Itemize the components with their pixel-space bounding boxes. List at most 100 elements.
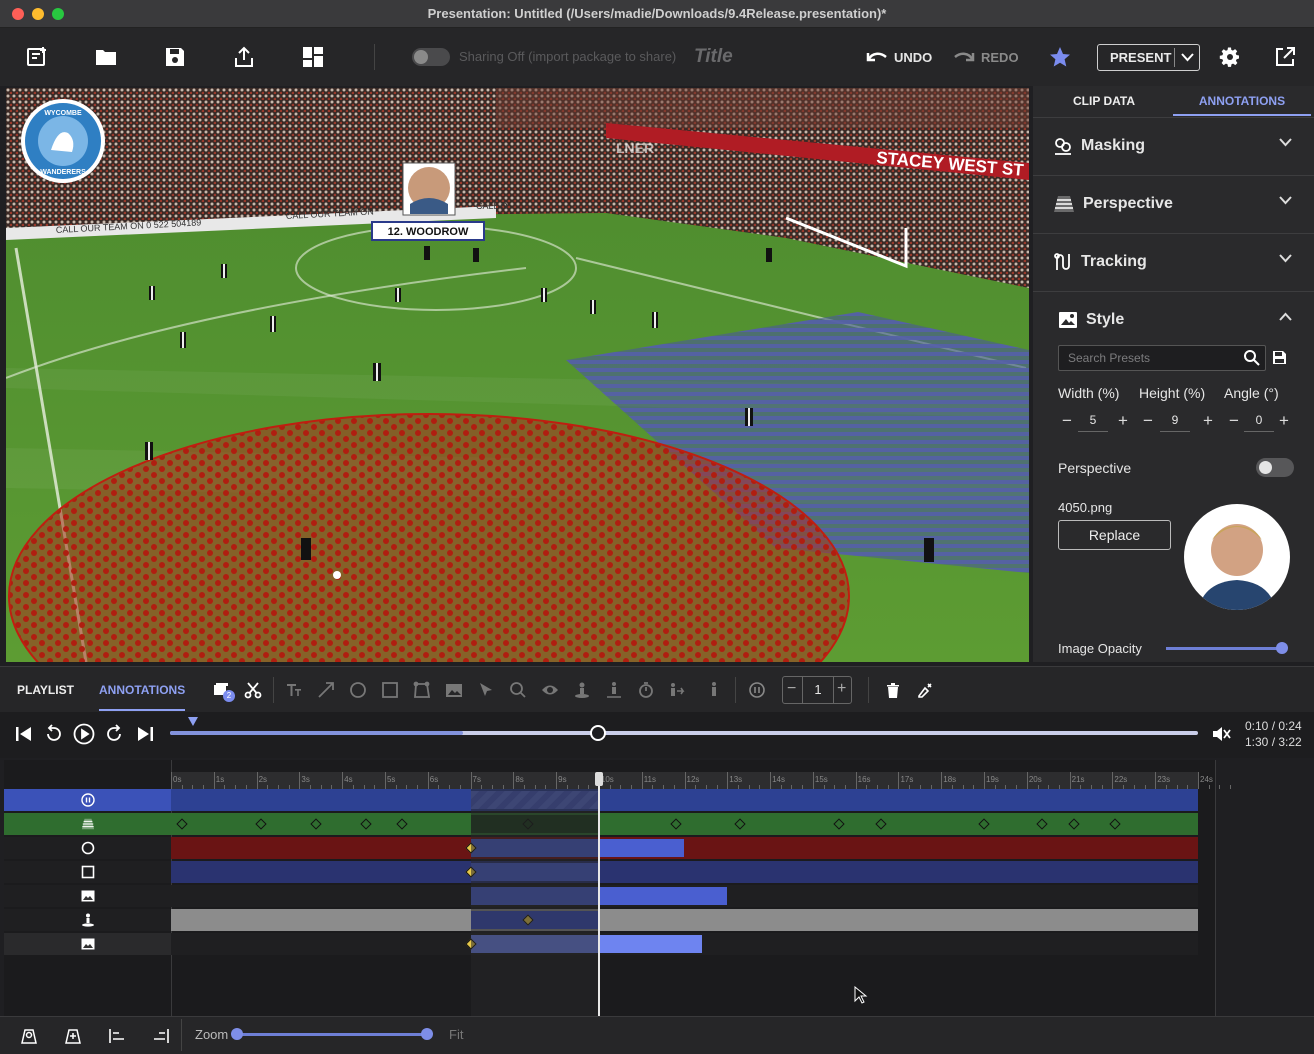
- folder-icon[interactable]: [91, 42, 121, 72]
- section-masking[interactable]: Masking: [1033, 117, 1314, 173]
- width-value[interactable]: 5: [1078, 413, 1108, 432]
- keyframe-marker[interactable]: [875, 818, 887, 830]
- new-presentation-icon[interactable]: [22, 42, 52, 72]
- playhead[interactable]: [597, 772, 600, 1016]
- height-value[interactable]: 9: [1160, 413, 1190, 432]
- height-increment-button[interactable]: +: [1203, 411, 1213, 431]
- text-tool-icon[interactable]: [283, 679, 305, 701]
- circle-tool-icon[interactable]: [347, 679, 369, 701]
- image-tool-icon[interactable]: [443, 679, 465, 701]
- tab-playlist[interactable]: PLAYLIST: [17, 667, 74, 713]
- timeline-row-label[interactable]: [4, 813, 171, 835]
- search-presets-input[interactable]: [1058, 345, 1266, 371]
- timeline-row-label[interactable]: [4, 909, 171, 931]
- favorite-star-icon[interactable]: [1045, 42, 1075, 72]
- timeline-row-label[interactable]: [4, 861, 171, 883]
- timeline-track[interactable]: [171, 885, 1198, 907]
- timeline-track[interactable]: [171, 837, 1198, 859]
- timeline-row-spotlight[interactable]: [4, 909, 1198, 931]
- keyframe-marker[interactable]: [396, 818, 408, 830]
- align-right-icon[interactable]: [152, 1027, 170, 1045]
- keyframe-marker[interactable]: [734, 818, 746, 830]
- step-decrement-button[interactable]: −: [787, 680, 796, 698]
- step-increment-button[interactable]: +: [837, 680, 846, 698]
- section-perspective[interactable]: Perspective: [1033, 175, 1314, 231]
- spotlight-tool-icon[interactable]: [571, 679, 593, 701]
- rectangle-tool-icon[interactable]: [379, 679, 401, 701]
- keyframe-marker[interactable]: [832, 818, 845, 830]
- tab-annotations[interactable]: ANNOTATIONS: [1173, 86, 1311, 116]
- timeline-track[interactable]: [171, 909, 1198, 931]
- play-icon[interactable]: [73, 723, 95, 745]
- height-decrement-button[interactable]: −: [1143, 411, 1153, 431]
- perspective-track-icon[interactable]: [20, 1027, 38, 1045]
- width-decrement-button[interactable]: −: [1062, 411, 1072, 431]
- search-icon[interactable]: [1243, 349, 1260, 366]
- clear-annotations-icon[interactable]: [914, 679, 936, 701]
- open-external-icon[interactable]: [1270, 42, 1300, 72]
- step-value[interactable]: 1: [803, 682, 833, 697]
- timeline-row-perspective[interactable]: [4, 813, 1198, 835]
- timeline-row-image-2[interactable]: [4, 933, 1198, 955]
- settings-gear-icon[interactable]: [1215, 42, 1245, 72]
- mute-icon[interactable]: [1211, 724, 1231, 744]
- polygon-tool-icon[interactable]: [411, 679, 433, 701]
- timeline-row-image[interactable]: [4, 885, 1198, 907]
- keyframe-marker[interactable]: [360, 818, 372, 830]
- perspective-toggle[interactable]: [1256, 458, 1294, 477]
- keyframe-marker[interactable]: [1108, 818, 1121, 830]
- perspective-add-icon[interactable]: [64, 1027, 82, 1045]
- angle-increment-button[interactable]: +: [1279, 411, 1289, 431]
- timeline-row-label[interactable]: [4, 837, 171, 859]
- keyframe-marker[interactable]: [978, 818, 990, 830]
- skip-to-start-icon[interactable]: [15, 726, 33, 742]
- in-point-marker-icon[interactable]: [188, 717, 198, 726]
- tab-clip-data[interactable]: CLIP DATA: [1053, 86, 1155, 116]
- timeline-row-square[interactable]: [4, 861, 1198, 883]
- zoom-slider-min-thumb[interactable]: [231, 1028, 243, 1040]
- timeline-track[interactable]: [171, 813, 1198, 835]
- save-preset-icon[interactable]: [1272, 350, 1287, 365]
- angle-value[interactable]: 0: [1244, 413, 1274, 432]
- fit-button[interactable]: Fit: [449, 1027, 463, 1042]
- tab-annotations-bottom[interactable]: ANNOTATIONS: [99, 667, 186, 711]
- zoom-slider[interactable]: [235, 1033, 431, 1036]
- present-button[interactable]: PRESENT: [1097, 44, 1200, 71]
- video-canvas[interactable]: STACEY WEST ST LNER CALL OUR TEAM ON 0 5…: [6, 88, 1029, 662]
- section-style[interactable]: Style: [1033, 291, 1314, 347]
- section-tracking[interactable]: Tracking: [1033, 233, 1314, 289]
- undo-button[interactable]: UNDO: [866, 46, 932, 68]
- share-export-icon[interactable]: [229, 42, 259, 72]
- movement-arrow-tool-icon[interactable]: [667, 679, 689, 701]
- title-input[interactable]: [694, 46, 834, 68]
- keyframe-marker[interactable]: [176, 818, 188, 830]
- forward-5s-icon[interactable]: [104, 724, 124, 744]
- skip-to-end-icon[interactable]: [136, 726, 154, 742]
- figure-tool-icon[interactable]: [703, 679, 725, 701]
- keyframe-marker[interactable]: [310, 818, 323, 830]
- layout-grid-icon[interactable]: [298, 42, 328, 72]
- opacity-slider-thumb[interactable]: [1276, 642, 1288, 654]
- player-marker-tool-icon[interactable]: [603, 679, 625, 701]
- pointer-tool-icon[interactable]: [475, 679, 497, 701]
- width-increment-button[interactable]: +: [1118, 411, 1128, 431]
- timeline-row-circle[interactable]: [4, 837, 1198, 859]
- pause-tool-icon[interactable]: [746, 679, 768, 701]
- angle-decrement-button[interactable]: −: [1229, 411, 1239, 431]
- zoom-slider-thumb[interactable]: [421, 1028, 434, 1040]
- scrubber-track[interactable]: [170, 731, 1198, 735]
- timeline-row-label[interactable]: [4, 885, 171, 907]
- timeline-row-label[interactable]: [4, 789, 171, 811]
- timeline-row-pause[interactable]: [4, 789, 1198, 811]
- save-icon[interactable]: [160, 42, 190, 72]
- magnifier-tool-icon[interactable]: [507, 679, 529, 701]
- timeline-track[interactable]: [171, 933, 1198, 955]
- align-left-icon[interactable]: [108, 1027, 126, 1045]
- timeline-ruler[interactable]: 0s 1s 2s 3s 4s 5s 6s 7s 8s 9s 10s 11s 12s 13s 14s 15s 16…: [171, 772, 1232, 789]
- timeline-row-label[interactable]: [4, 933, 171, 955]
- trash-icon[interactable]: [882, 679, 904, 701]
- rewind-5s-icon[interactable]: [44, 724, 64, 744]
- eye-tool-icon[interactable]: [539, 679, 561, 701]
- sharing-toggle[interactable]: [412, 48, 450, 66]
- timer-tool-icon[interactable]: [635, 679, 657, 701]
